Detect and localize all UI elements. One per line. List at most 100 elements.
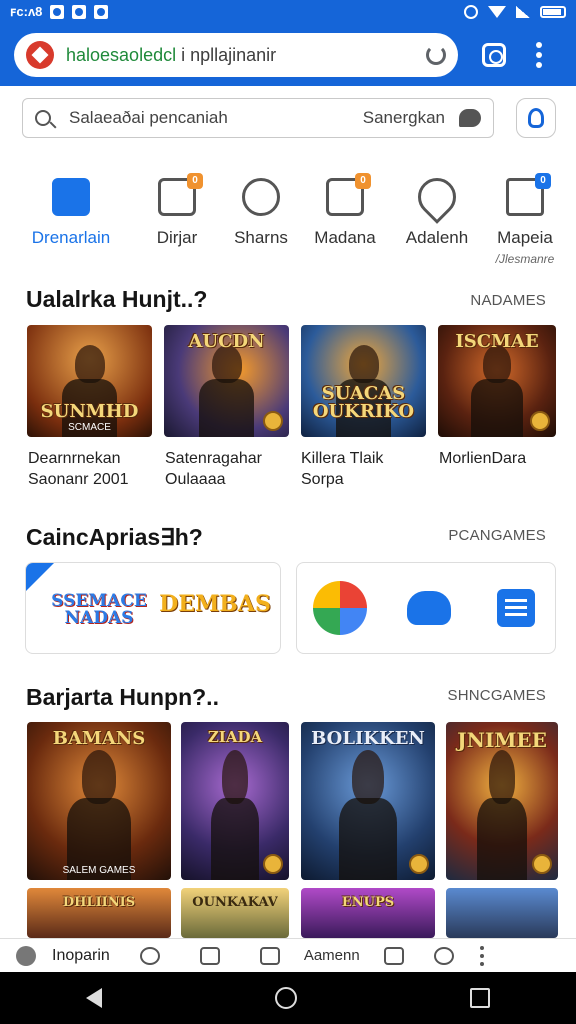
app-notification-icon xyxy=(94,5,109,19)
category-dirjar[interactable]: 0 Dirjar xyxy=(132,170,222,248)
game-art-title: OUNKAKAV xyxy=(192,895,278,910)
section-more-link[interactable]: NADAMES xyxy=(470,292,546,309)
section-title: CaincAprias∃h? xyxy=(26,524,203,550)
coin-badge-icon xyxy=(263,854,283,874)
shop-icon: 0 xyxy=(326,173,371,216)
game-title-line2: Saonanr 2001 xyxy=(28,471,129,488)
category-row: Drenarlain 0 Dirjar Sharns 0 Madana Adal… xyxy=(0,170,576,270)
game-card[interactable]: SUACAS OUKRIKO xyxy=(301,325,426,437)
category-badge: 0 xyxy=(355,173,371,189)
message-icon xyxy=(72,5,87,19)
more-menu-icon[interactable] xyxy=(536,42,542,68)
browser-toolbar: haloesaoledcl i npllajinanir xyxy=(0,24,576,86)
status-time: ꜰᴄ:ʌ8 xyxy=(10,4,43,19)
game-title[interactable]: Killera Tlaik Sorpa xyxy=(301,448,383,490)
category-madana[interactable]: 0 Madana xyxy=(300,170,390,248)
circle-icon[interactable] xyxy=(139,946,160,965)
category-mapeia[interactable]: 0 Mapeia /Jlesmanre xyxy=(480,170,570,266)
system-navigation-bar xyxy=(0,972,576,1024)
status-bar: ꜰᴄ:ʌ8 xyxy=(0,0,576,24)
game-title-line1: Killera Tlaik xyxy=(301,450,384,467)
category-sublabel: /Jlesmanre xyxy=(495,252,555,266)
game-title-line1: Satenragahar xyxy=(165,450,262,467)
game-art-title: AUCDN xyxy=(188,331,265,352)
reload-icon[interactable] xyxy=(426,45,446,65)
wifi-icon xyxy=(488,6,506,18)
overflow-menu-icon[interactable] xyxy=(479,945,486,966)
cloud-icon[interactable] xyxy=(433,946,454,965)
game-art-subtitle: SCMACE xyxy=(68,422,111,433)
bookmark-icon[interactable] xyxy=(383,946,404,965)
promo-card[interactable]: SSEMACE NADAS DEMBAS xyxy=(25,562,281,654)
game-card[interactable]: AUCDN xyxy=(164,325,289,437)
game-title[interactable]: MorlienDara xyxy=(439,448,526,469)
game-card[interactable]: BOLIKKEN xyxy=(301,722,435,880)
game-art-title: BOLIKKEN xyxy=(311,728,425,749)
bottom-item-label[interactable]: Aamenn xyxy=(304,947,360,964)
game-card[interactable]: BAMANS SALEM GAMES xyxy=(27,722,171,880)
battery-icon xyxy=(540,6,566,18)
game-card[interactable]: JNIMEE xyxy=(446,722,558,880)
coin-badge-icon xyxy=(530,411,550,431)
play-store-icon[interactable] xyxy=(313,581,367,635)
category-label: Mapeia xyxy=(497,228,553,247)
category-label: Dirjar xyxy=(156,228,198,247)
notification-icon xyxy=(50,5,65,19)
game-title-line2: Oulaaaa xyxy=(165,471,226,488)
game-card[interactable]: OUNKAKAV xyxy=(181,888,289,938)
coin-badge-icon xyxy=(409,854,429,874)
section-title: Ualalrka Hunjt..? xyxy=(26,286,208,312)
cloud-play-icon[interactable] xyxy=(407,591,451,625)
game-art-title: ENUPS xyxy=(341,895,395,910)
account-icon xyxy=(528,108,544,128)
compass-icon xyxy=(242,178,280,216)
list-menu-icon[interactable] xyxy=(497,589,535,627)
game-card[interactable]: ISCMAE xyxy=(438,325,556,437)
search-placeholder: Salaeaðai pencaniah xyxy=(69,108,228,127)
promo-card-apps[interactable] xyxy=(296,562,556,654)
back-icon[interactable] xyxy=(86,988,103,1008)
section-more-link[interactable]: PCANGAMES xyxy=(448,527,546,544)
category-drenarlain[interactable]: Drenarlain xyxy=(26,170,116,248)
game-card[interactable]: ZIADA xyxy=(181,722,289,880)
image-icon[interactable] xyxy=(199,946,220,965)
game-art-title: BAMANS xyxy=(52,728,146,749)
coin-badge-icon xyxy=(263,411,283,431)
search-input[interactable]: Salaeaðai pencaniah Sanergkan xyxy=(22,98,494,138)
calendar-grid-icon: 0 xyxy=(506,173,551,216)
url-path: i npllajinanir xyxy=(181,44,277,65)
category-badge: 0 xyxy=(535,173,551,189)
game-card[interactable]: DHLIINIS xyxy=(27,888,171,938)
category-adalenh[interactable]: Adalenh xyxy=(392,170,482,248)
game-card[interactable]: ENUPS xyxy=(301,888,435,938)
account-button[interactable] xyxy=(516,98,556,138)
url-text[interactable]: haloesaoledcl i npllajinanir xyxy=(66,45,276,66)
game-card[interactable] xyxy=(446,888,558,938)
url-domain: haloesaoledcl xyxy=(66,44,177,65)
home-icon[interactable] xyxy=(16,945,36,966)
game-title[interactable]: Dearnrnekan Saonanr 2001 xyxy=(28,448,129,490)
category-label: Drenarlain xyxy=(31,228,111,247)
game-card[interactable]: SUNMHD SCMACE xyxy=(27,325,152,437)
bottom-label[interactable]: Inoparin xyxy=(52,947,110,965)
store-icon: 0 xyxy=(158,173,203,216)
game-art-title: JNIMEE xyxy=(457,728,547,752)
section-title: Barjarta Hunpn?.. xyxy=(26,684,219,710)
tabs-icon[interactable] xyxy=(482,43,506,67)
search-action-label[interactable]: Sanergkan xyxy=(363,108,445,128)
address-bar[interactable]: haloesaoledcl i npllajinanir xyxy=(14,33,458,77)
card-icon[interactable] xyxy=(259,946,280,965)
category-label: Adalenh xyxy=(405,228,469,247)
game-art-subtitle: SALEM GAMES xyxy=(62,865,136,876)
game-art-title: ZIADA xyxy=(207,728,263,746)
promo-corner-ribbon xyxy=(26,563,54,591)
category-sharns[interactable]: Sharns xyxy=(216,170,306,248)
signal-icon xyxy=(516,6,530,18)
game-title[interactable]: Satenragahar Oulaaaa xyxy=(165,448,262,490)
chat-bubble-icon[interactable] xyxy=(459,109,481,127)
recent-apps-icon[interactable] xyxy=(469,988,490,1008)
home-circle-icon[interactable] xyxy=(274,987,297,1009)
sync-icon xyxy=(464,5,478,19)
game-art-title: SUNMHD xyxy=(40,401,139,422)
section-more-link[interactable]: SHNCGAMES xyxy=(448,687,546,704)
